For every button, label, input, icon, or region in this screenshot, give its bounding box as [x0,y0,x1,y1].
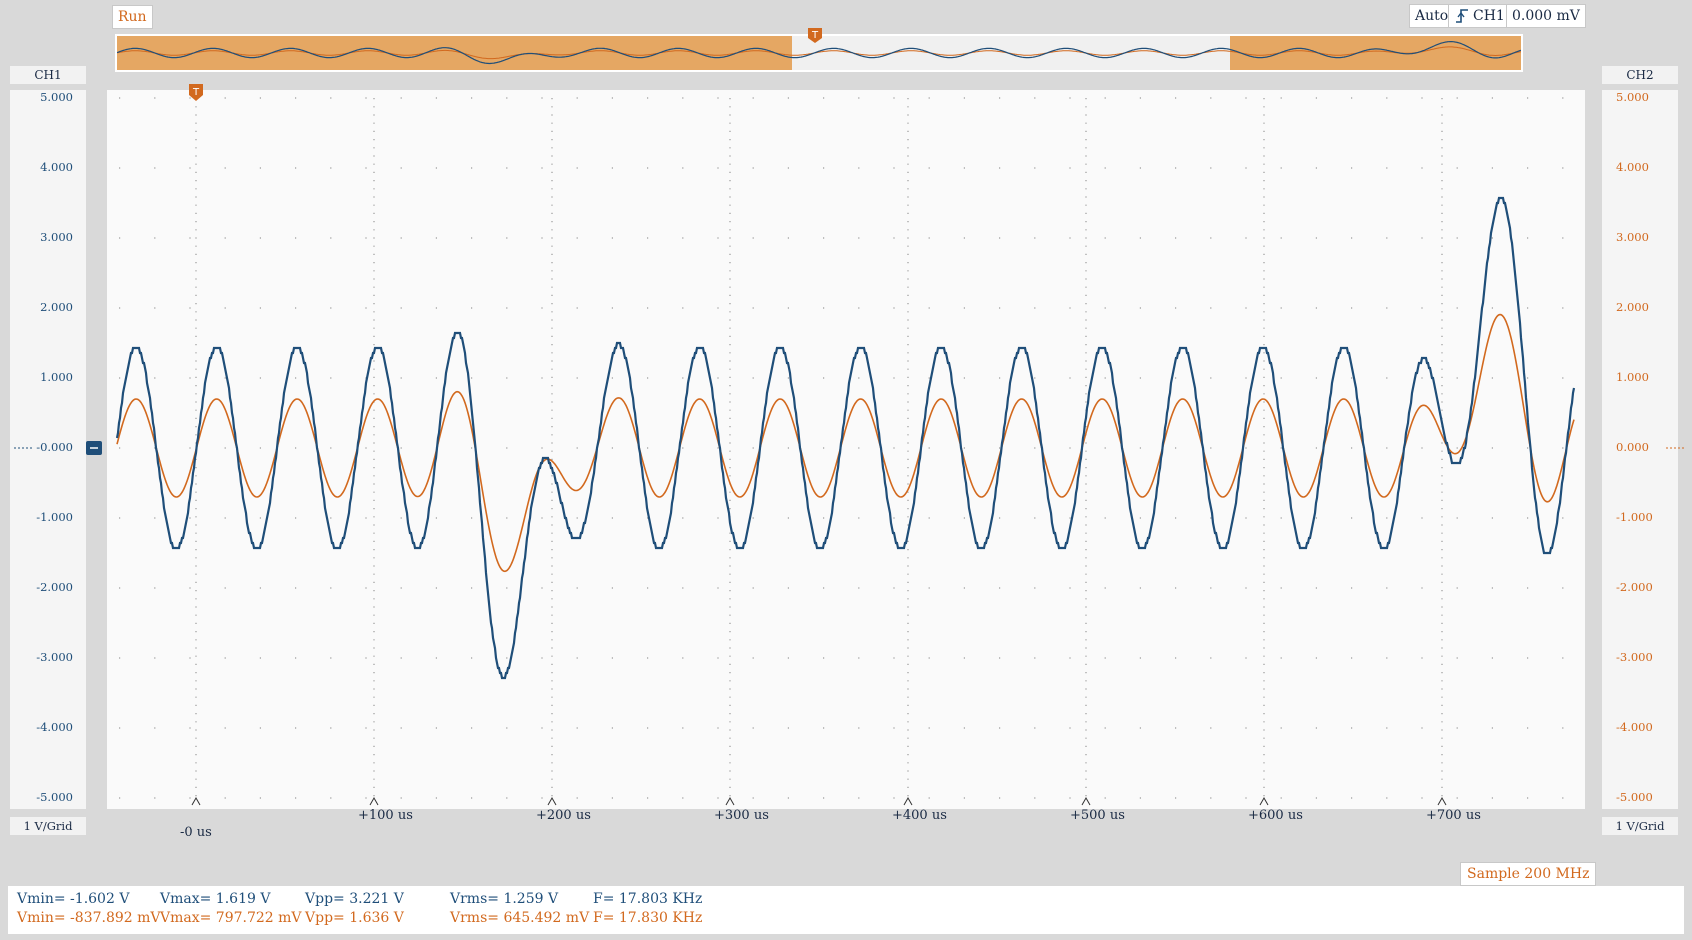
time-tick-label: +700 us [1426,808,1481,823]
time-tick-label: +600 us [1248,808,1303,823]
time-tick-label: +100 us [358,808,413,823]
ch1-y-tick-label: -4.000 [36,720,73,734]
time-tick-label: +200 us [536,808,591,823]
measurements-panel: Vmin= -1.602 V Vmax= 1.619 V Vpp= 3.221 … [8,886,1684,934]
overview-trigger-marker[interactable]: T [808,28,822,44]
ch1-y-tick-label: -2.000 [36,580,73,594]
ch1-y-tick-label: 5.000 [40,90,73,104]
trigger-level-field[interactable]: 0.000 mV [1506,4,1586,28]
time-tick-label: +400 us [892,808,947,823]
ch2-vpp: Vpp= 1.636 V [305,910,404,926]
ch1-frequency: F= 17.803 KHz [593,891,703,907]
ch2-y-tick-label: 4.000 [1616,160,1649,174]
trigger-position-marker[interactable]: T [189,84,203,102]
ch2-y-tick-label: 3.000 [1616,230,1649,244]
ch1-y-tick-label: -1.000 [36,510,73,524]
ch1-scale-label[interactable]: 1 V/Grid [10,817,86,835]
ch2-scale-label[interactable]: 1 V/Grid [1602,817,1678,835]
ch1-y-tick-label: 3.000 [40,230,73,244]
run-status-button[interactable]: Run [112,5,153,29]
ch2-waveform [116,313,1575,573]
ch1-offset-marker[interactable] [86,441,104,455]
sample-rate-label[interactable]: Sample 200 MHz [1460,862,1597,886]
ch2-y-tick-label: -2.000 [1616,580,1653,594]
time-tick-label: +500 us [1070,808,1125,823]
ch2-y-tick-label: 2.000 [1616,300,1649,314]
trigger-source-button[interactable]: CH1 [1448,4,1511,28]
ch1-y-tick-label: -0.000 [36,440,73,454]
ch1-vrms: Vrms= 1.259 V [450,891,559,907]
ch1-label[interactable]: CH1 [10,66,86,84]
ch1-y-tick-label: 1.000 [40,370,73,384]
ch2-vrms: Vrms= 645.492 mV [450,910,590,926]
svg-text:T: T [192,87,200,98]
scope-waveform-display [115,97,1577,806]
ch1-vpp: Vpp= 3.221 V [305,891,404,907]
overview-left-shade [117,36,792,70]
ch2-y-tick-label: -1.000 [1616,510,1653,524]
ch1-y-tick-label: 4.000 [40,160,73,174]
svg-text:T: T [811,30,819,41]
rising-edge-icon [1456,9,1468,23]
ch2-y-tick-label: -5.000 [1616,790,1653,804]
ch2-label[interactable]: CH2 [1602,66,1678,84]
grid-dots [119,97,1577,806]
ch2-frequency: F= 17.830 KHz [593,910,703,926]
ch1-y-tick-label: -3.000 [36,650,73,664]
ch2-y-tick-label: 0.000 [1616,440,1649,454]
ch2-y-tick-label: -3.000 [1616,650,1653,664]
ch2-y-tick-label: -4.000 [1616,720,1653,734]
scope-plot-area[interactable] [107,90,1585,809]
ch2-vmax: Vmax= 797.722 mV [160,910,302,926]
ch1-y-tick-label: -5.000 [36,790,73,804]
ch1-vmin: Vmin= -1.602 V [17,891,130,907]
ch1-waveform [115,196,1576,680]
time-tick-label: +300 us [714,808,769,823]
time-tick-label: -0 us [180,825,212,840]
ch1-y-tick-label: 2.000 [40,300,73,314]
ch2-y-tick-label: 1.000 [1616,370,1649,384]
trigger-source-label: CH1 [1473,8,1505,24]
ch2-y-tick-label: 5.000 [1616,90,1649,104]
ch2-vmin: Vmin= -837.892 mV [17,910,161,926]
ch1-vmax: Vmax= 1.619 V [160,891,271,907]
